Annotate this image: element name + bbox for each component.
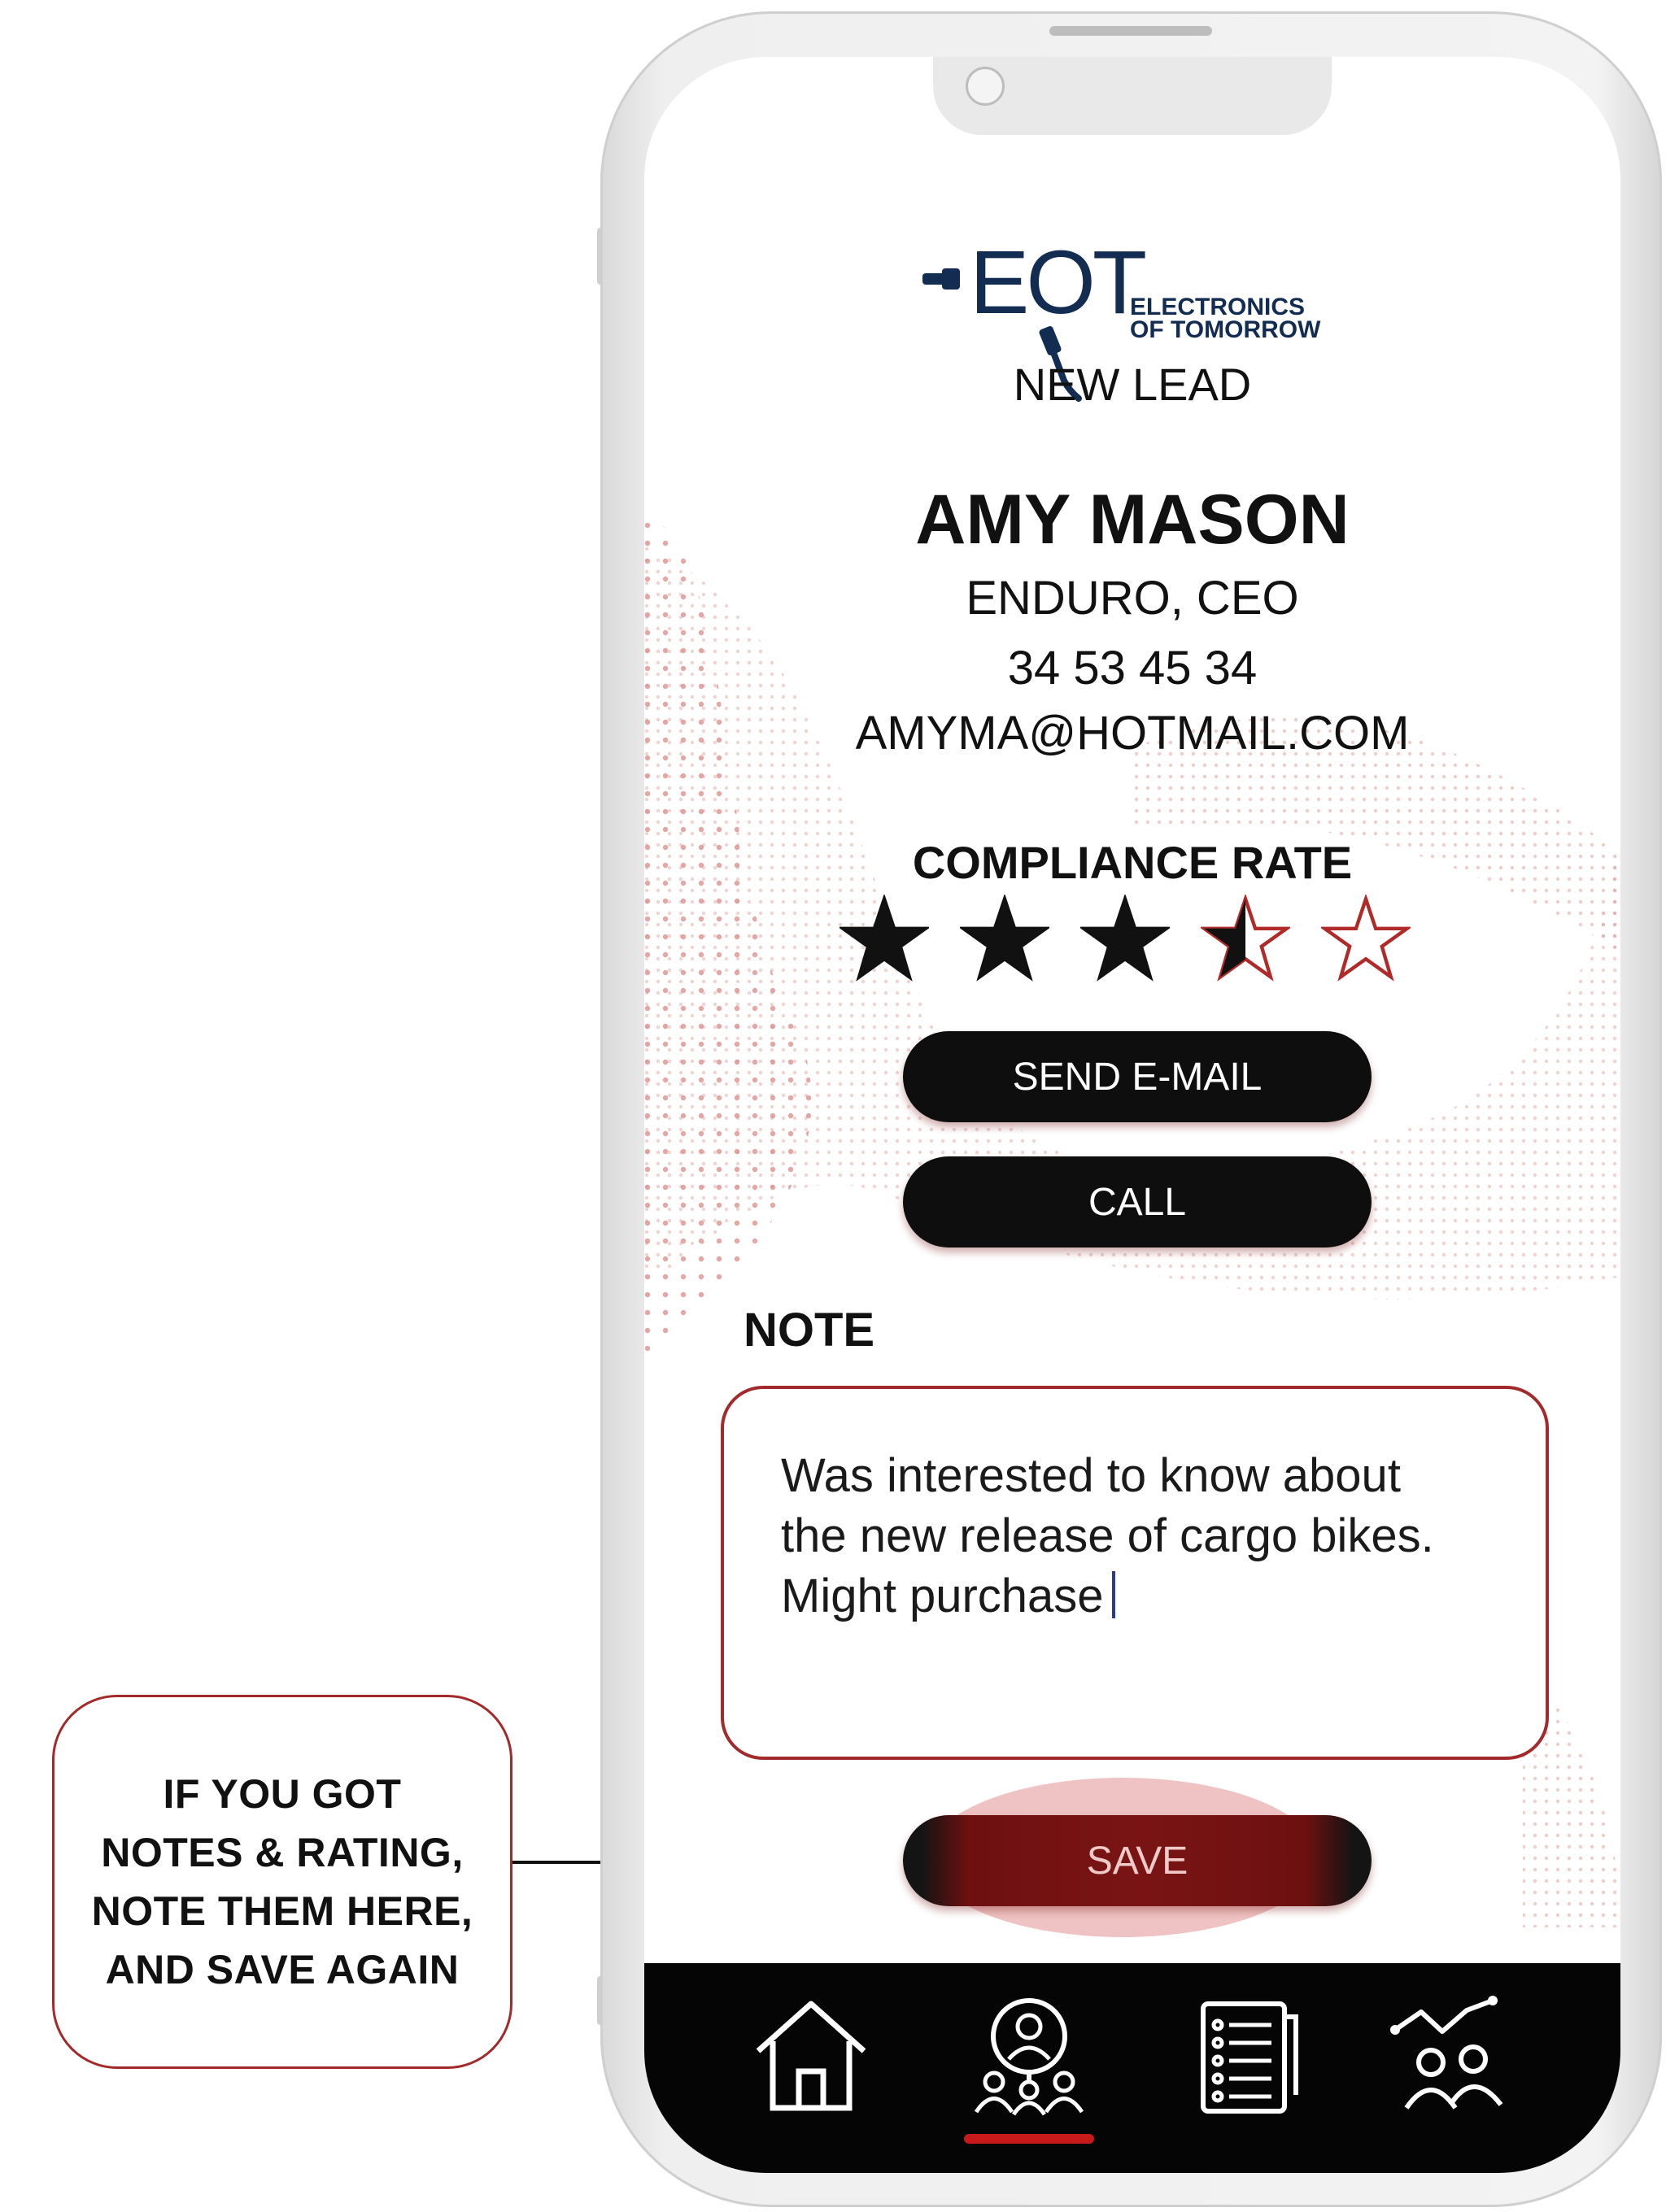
logo-tagline-line: OF TOMORROW [1130,316,1321,343]
checklist-icon[interactable] [1185,1994,1307,2116]
phone-notch [933,57,1332,135]
text-caret [1111,1571,1115,1618]
analytics-team-icon[interactable] [1389,1994,1511,2116]
rating-star-icon[interactable] [1080,895,1170,984]
lead-email[interactable]: AMYMA@HOTMAIL.COM [644,706,1620,760]
lead-search-icon[interactable] [968,1994,1090,2116]
rating-star-icon[interactable] [1321,895,1411,984]
call-button[interactable]: CALL [903,1156,1372,1248]
rating-star-icon[interactable] [960,895,1049,984]
logo-tagline: ELECTRONICS OF TOMORROW [1130,294,1374,343]
rating-star-icon[interactable] [840,895,929,984]
save-button[interactable]: SAVE [903,1815,1372,1906]
rating-star-icon[interactable] [1201,895,1290,984]
compliance-rating-stars[interactable] [840,895,1425,992]
logo-wordmark: EOT [970,233,1147,333]
bottom-tab-bar [644,1963,1620,2173]
screen-subtitle: NEW LEAD [1013,359,1252,410]
send-email-button[interactable]: SEND E-MAIL [903,1031,1372,1122]
note-textarea[interactable]: Was interested to know about the new rel… [721,1386,1549,1760]
lead-company: ENDURO, CEO [966,572,1299,625]
active-tab-indicator [964,2134,1094,2144]
front-camera [966,67,1005,106]
compliance-rate-label: COMPLIANCE RATE [912,837,1353,888]
phone-speaker [1049,26,1212,36]
lead-phone[interactable]: 34 53 45 34 [644,641,1620,695]
home-icon[interactable] [750,1994,872,2116]
logo-tagline-line: ELECTRONICS [1130,294,1306,320]
note-value: Was interested to know about the new rel… [781,1449,1434,1622]
note-text[interactable]: Was interested to know about the new rel… [781,1446,1513,1626]
lead-name: AMY MASON [915,481,1350,559]
phone-screen: EOT ELECTRONICS OF TOMORROW NEW LEAD AMY… [644,57,1620,2173]
note-label: NOTE [744,1304,875,1356]
